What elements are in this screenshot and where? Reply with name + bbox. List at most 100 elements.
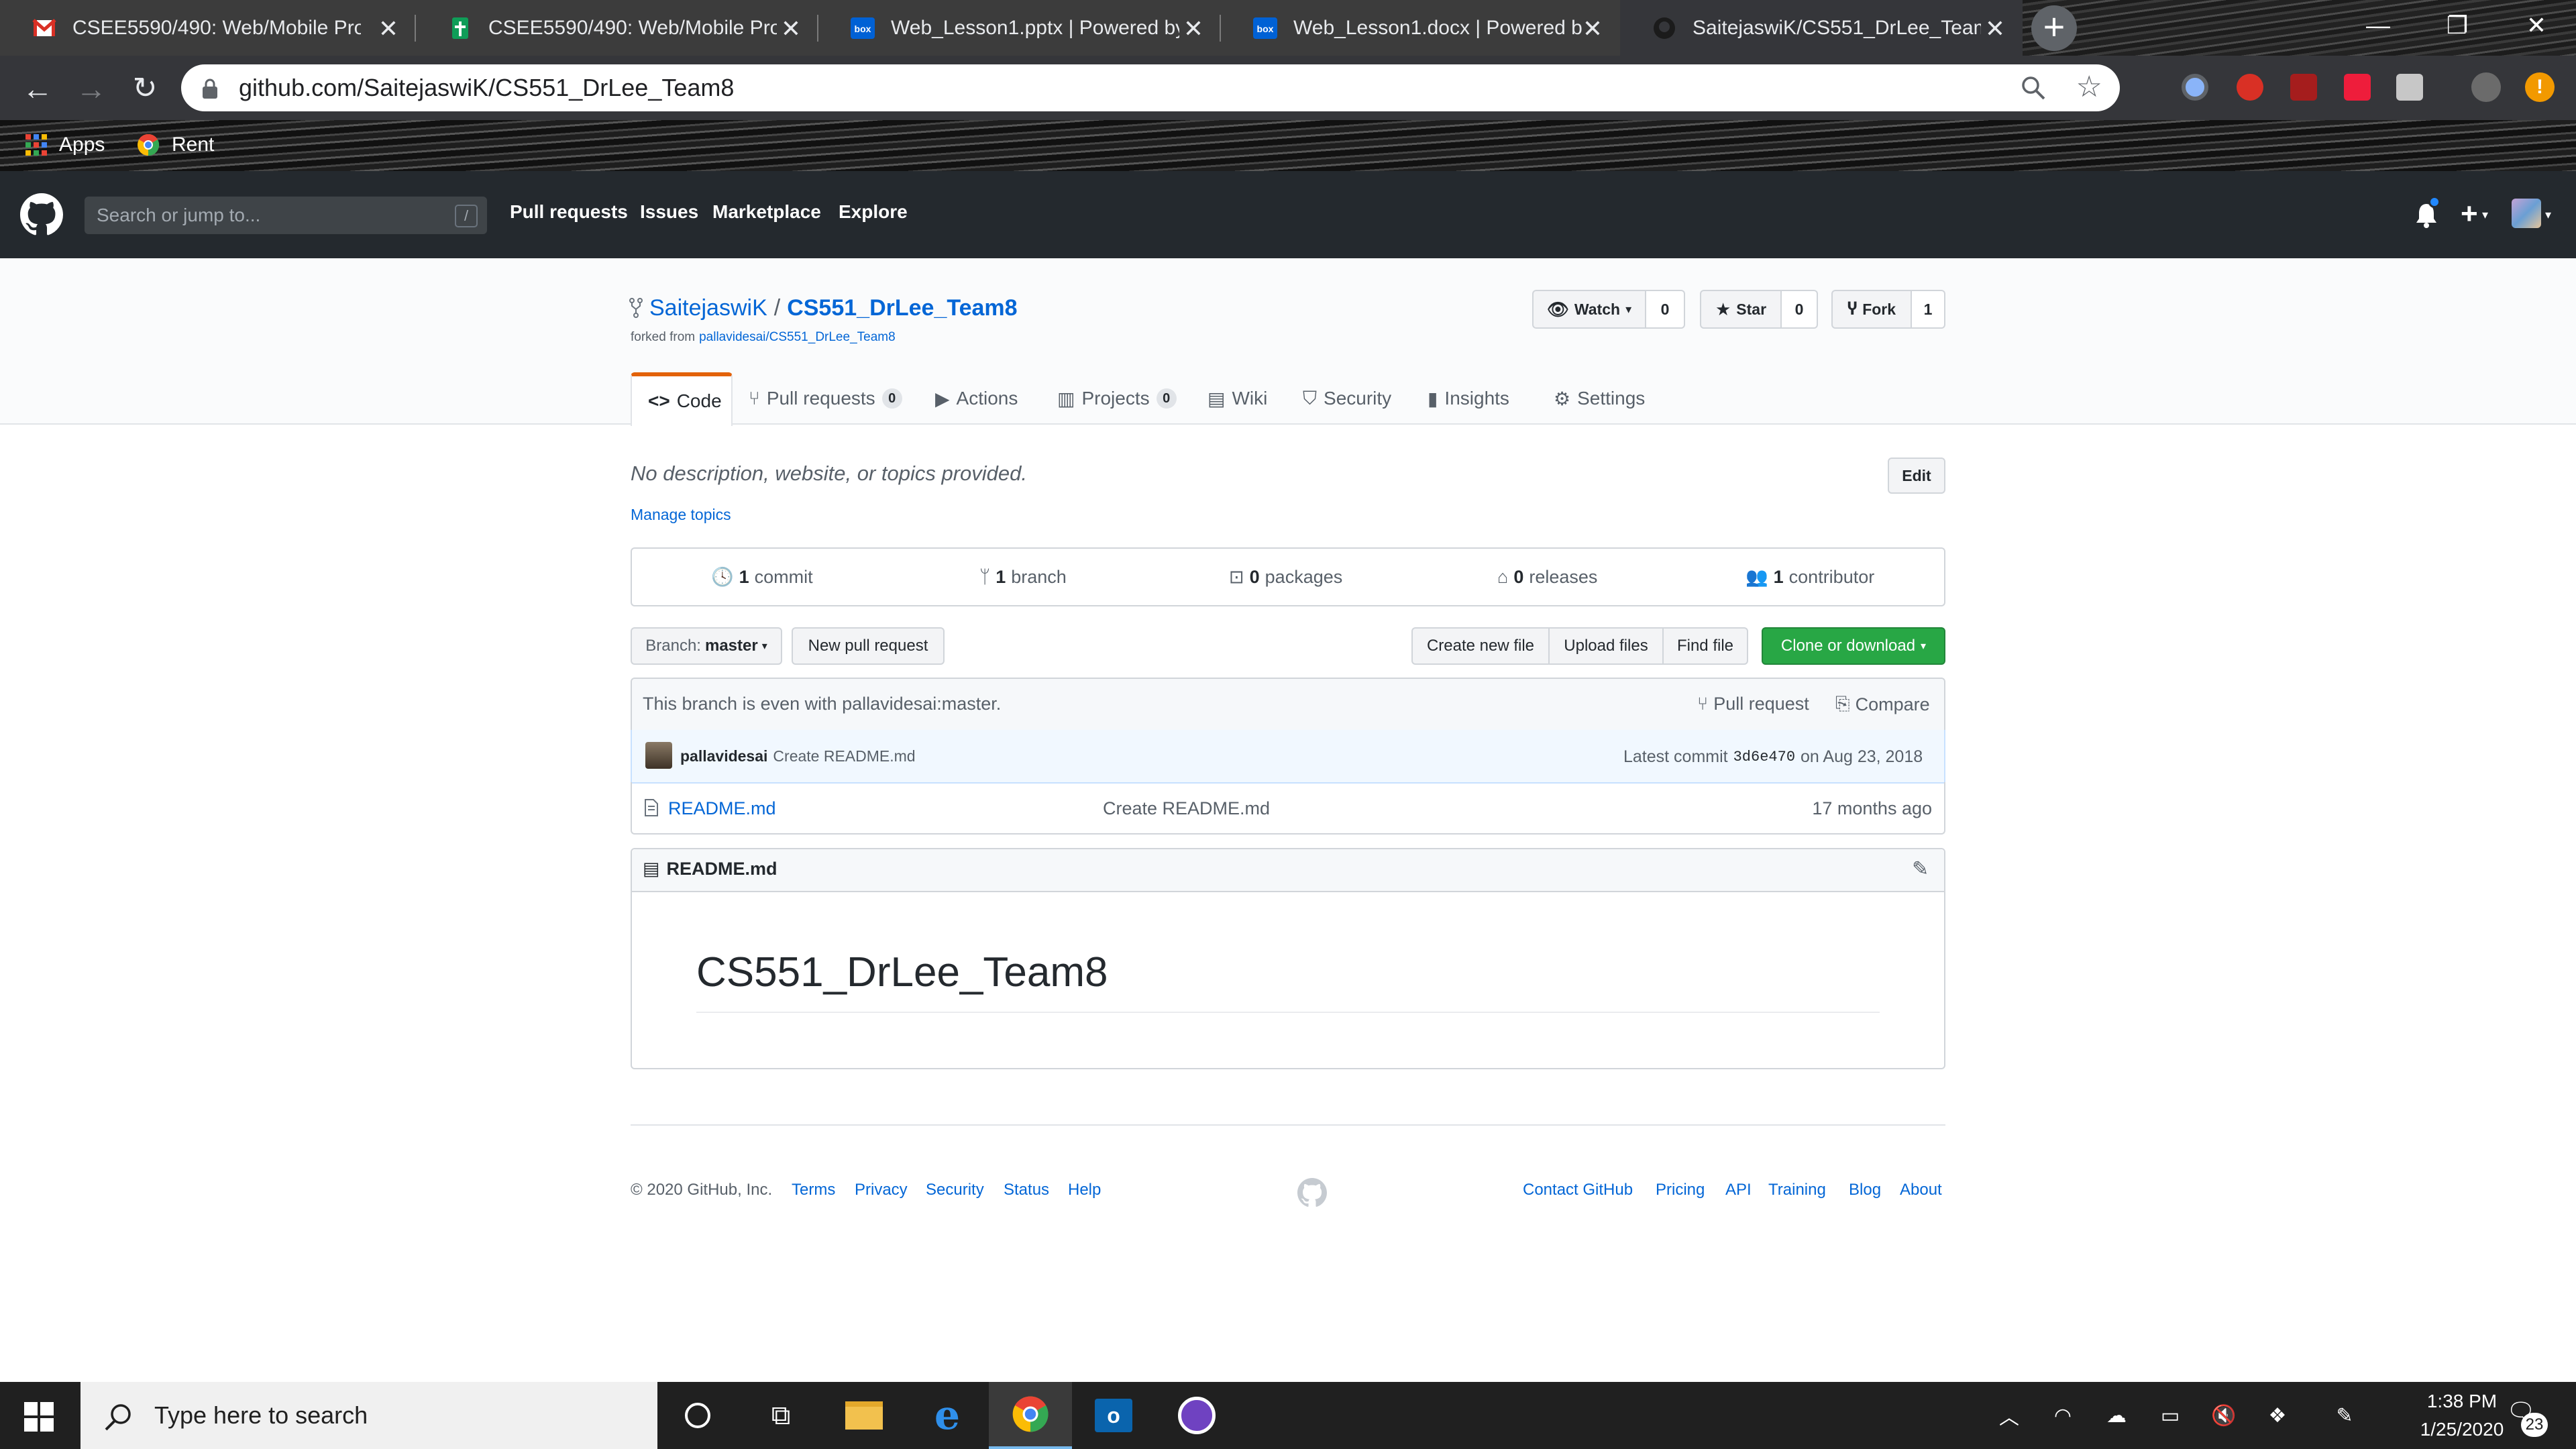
chrome-taskbar-icon[interactable]	[989, 1382, 1072, 1449]
show-hidden-icons[interactable]: ︿	[1992, 1395, 2026, 1436]
tab-settings[interactable]: ⚙ Settings	[1554, 372, 1645, 425]
github-mark-icon[interactable]	[1297, 1178, 1327, 1208]
footer-link-status[interactable]: Status	[1004, 1181, 1049, 1199]
file-explorer-icon[interactable]	[822, 1382, 906, 1449]
committer-avatar[interactable]	[645, 742, 672, 769]
upload-files-button[interactable]: Upload files	[1548, 627, 1664, 665]
close-tab-icon[interactable]: ✕	[1582, 15, 1603, 43]
close-tab-icon[interactable]: ✕	[781, 15, 801, 43]
nav-pull-requests[interactable]: Pull requests	[510, 201, 628, 223]
address-bar[interactable]: github.com/SaitejaswiK/CS551_DrLee_Team8…	[181, 64, 2120, 111]
file-name-link[interactable]: README.md	[668, 798, 776, 819]
clone-or-download-button[interactable]: Clone or download ▾	[1762, 627, 1945, 665]
extension-icon[interactable]	[2182, 74, 2208, 101]
create-new-file-button[interactable]: Create new file	[1411, 627, 1550, 665]
browser-tab-sheets[interactable]: CSEE5590/490: Web/Mobile Prog ✕	[416, 0, 818, 56]
footer-link-security[interactable]: Security	[926, 1181, 984, 1199]
summary-releases[interactable]: ⌂ 0 releases	[1497, 549, 1597, 605]
footer-link-pricing[interactable]: Pricing	[1656, 1181, 1705, 1199]
footer-link-about[interactable]: About	[1900, 1181, 1942, 1199]
close-tab-icon[interactable]: ✕	[1183, 15, 1203, 43]
profile-avatar[interactable]	[2471, 72, 2501, 102]
file-commit-message[interactable]: Create README.md	[1103, 798, 1270, 819]
watch-button[interactable]: 👁 Watch ▾	[1532, 290, 1646, 329]
footer-link-training[interactable]: Training	[1768, 1181, 1826, 1199]
footer-link-api[interactable]: API	[1725, 1181, 1752, 1199]
windows-start-icon[interactable]	[24, 1402, 54, 1432]
new-tab-button[interactable]: +	[2031, 5, 2077, 51]
branch-select-button[interactable]: Branch: master ▾	[631, 627, 782, 665]
commit-message-link[interactable]: Create README.md	[773, 747, 915, 765]
footer-link-blog[interactable]: Blog	[1849, 1181, 1881, 1199]
minimize-button[interactable]: —	[2339, 0, 2418, 51]
tab-insights[interactable]: ▮ Insights	[1428, 372, 1509, 425]
commit-sha-link[interactable]: 3d6e470	[1733, 749, 1795, 765]
nav-explore[interactable]: Explore	[839, 201, 908, 223]
github-logo-icon[interactable]	[20, 193, 63, 236]
repo-name-link[interactable]: CS551_DrLee_Team8	[787, 295, 1017, 321]
nav-issues[interactable]: Issues	[640, 201, 698, 223]
summary-contributors[interactable]: 👥 1 contributor	[1746, 549, 1874, 605]
summary-commits[interactable]: 🕓 1 commit	[711, 549, 813, 605]
update-menu-icon[interactable]: !	[2525, 72, 2555, 102]
browser-tab-docx[interactable]: box Web_Lesson1.docx | Powered by ✕	[1221, 0, 1620, 56]
browser-tab-pptx[interactable]: box Web_Lesson1.pptx | Powered by ✕	[818, 0, 1221, 56]
compare-link[interactable]: ⎘ Compare	[1835, 694, 1930, 715]
adblock-icon[interactable]	[2237, 74, 2263, 101]
browser-tab-github[interactable]: SaitejaswiK/CS551_DrLee_Team8 ✕	[1620, 0, 2023, 56]
pocket-icon[interactable]	[2344, 74, 2371, 101]
bookmark-apps[interactable]: Apps	[25, 133, 105, 156]
restore-button[interactable]: ❐	[2418, 0, 2497, 51]
new-pull-request-button[interactable]: New pull request	[792, 627, 945, 665]
tab-security[interactable]: ⛉ Security	[1303, 372, 1391, 425]
close-tab-icon[interactable]: ✕	[378, 15, 398, 43]
tab-pull-requests[interactable]: ⑂ Pull requests 0	[749, 372, 902, 425]
close-window-button[interactable]: ✕	[2497, 0, 2576, 51]
cortana-icon[interactable]	[656, 1382, 739, 1449]
footer-link-terms[interactable]: Terms	[792, 1181, 835, 1199]
volume-muted-icon[interactable]: 🔇	[2207, 1395, 2241, 1436]
forked-from-link[interactable]: pallavidesai/CS551_DrLee_Team8	[699, 330, 896, 345]
watch-count[interactable]: 0	[1646, 290, 1685, 329]
bookmark-star-icon[interactable]: ☆	[2076, 70, 2102, 104]
manage-topics-link[interactable]: Manage topics	[631, 506, 731, 524]
back-icon[interactable]: ←	[19, 70, 56, 107]
extension-icon[interactable]	[2396, 74, 2423, 101]
outlook-icon[interactable]: o	[1072, 1382, 1155, 1449]
commit-author-link[interactable]: pallavidesai	[680, 747, 767, 765]
nav-marketplace[interactable]: Marketplace	[712, 201, 821, 223]
zoom-icon[interactable]	[2021, 75, 2046, 101]
pdf-extension-icon[interactable]	[2290, 74, 2317, 101]
footer-link-contact[interactable]: Contact GitHub	[1523, 1181, 1633, 1199]
tab-projects[interactable]: ▥ Projects 0	[1057, 372, 1177, 425]
reload-icon[interactable]: ↻	[126, 70, 164, 107]
task-view-icon[interactable]: ⧉	[739, 1382, 822, 1449]
star-count[interactable]: 0	[1782, 290, 1818, 329]
footer-link-help[interactable]: Help	[1068, 1181, 1101, 1199]
summary-branches[interactable]: ᛘ 1 branch	[979, 549, 1067, 605]
tab-code[interactable]: <> Code	[631, 372, 733, 426]
close-tab-icon[interactable]: ✕	[1985, 15, 2005, 43]
browser-tab-gmail[interactable]: CSEE5590/490: Web/Mobile Prog ✕	[0, 0, 416, 56]
forward-icon[interactable]: →	[72, 70, 110, 107]
create-new-icon[interactable]: +	[2461, 197, 2478, 231]
edge-icon[interactable]: e	[906, 1382, 989, 1449]
pen-workspace-icon[interactable]: ✎	[2328, 1395, 2361, 1436]
find-file-button[interactable]: Find file	[1662, 627, 1748, 665]
repo-owner-link[interactable]: SaitejaswiK	[649, 295, 767, 321]
tab-actions[interactable]: ▶ Actions	[935, 372, 1018, 425]
taskbar-search-box[interactable]: Type here to search	[80, 1382, 657, 1449]
fork-button[interactable]: Ⴤ Fork	[1831, 290, 1912, 329]
edit-description-button[interactable]: Edit	[1888, 458, 1945, 494]
tab-wiki[interactable]: ▤ Wiki	[1208, 372, 1267, 425]
fork-count[interactable]: 1	[1912, 290, 1945, 329]
pull-request-link[interactable]: ⑂ Pull request	[1697, 694, 1809, 714]
github-desktop-icon[interactable]	[1155, 1382, 1238, 1449]
star-button[interactable]: ★ Star	[1700, 290, 1782, 329]
onedrive-icon[interactable]: ☁	[2100, 1395, 2133, 1436]
dropbox-icon[interactable]: ❖	[2261, 1395, 2294, 1436]
pencil-icon[interactable]: ✎	[1912, 857, 1929, 881]
github-search-input[interactable]: Search or jump to... /	[85, 197, 487, 234]
user-avatar[interactable]	[2512, 199, 2541, 228]
footer-link-privacy[interactable]: Privacy	[855, 1181, 908, 1199]
